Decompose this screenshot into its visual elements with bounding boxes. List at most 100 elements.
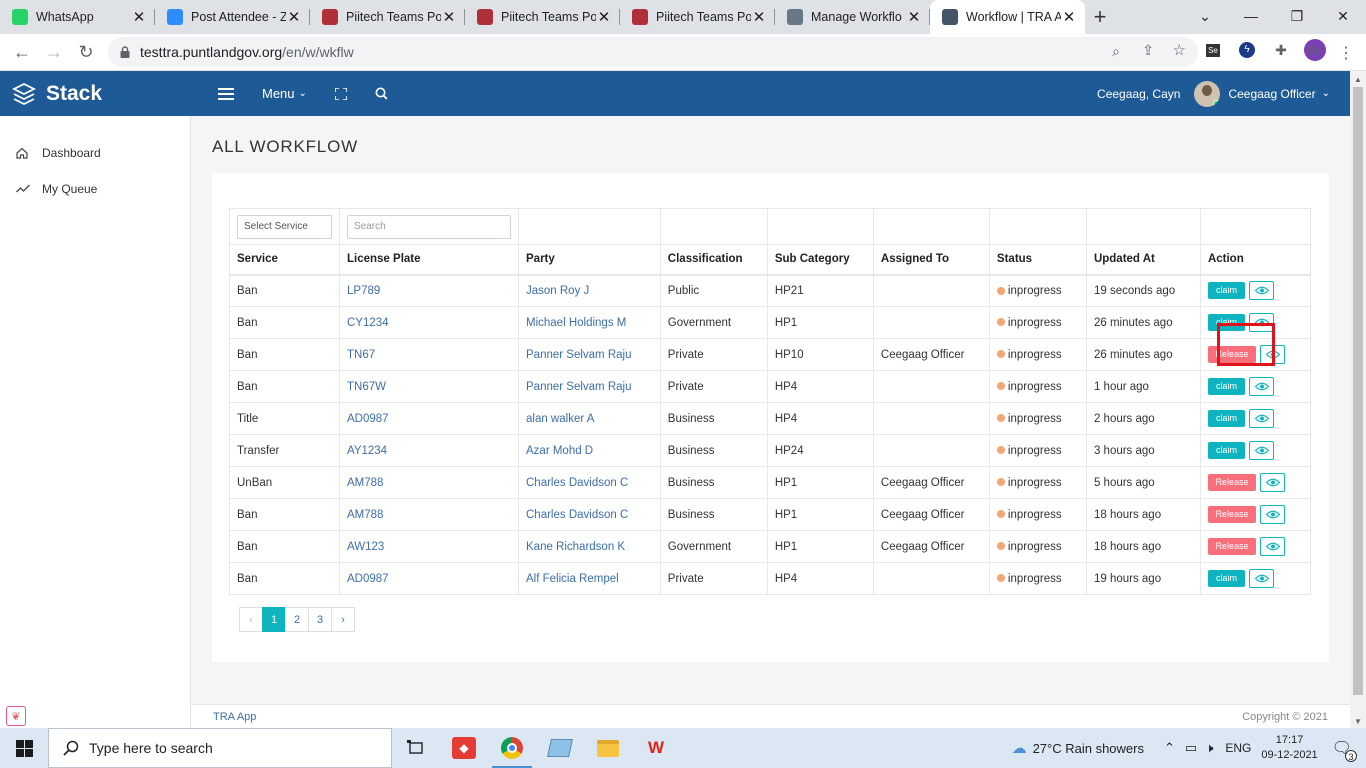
taskbar-clock[interactable]: 17:17 09-12-2021 <box>1261 733 1317 763</box>
notepad-icon[interactable] <box>536 728 584 768</box>
task-view-icon[interactable] <box>392 728 440 768</box>
claim-button[interactable]: claim <box>1207 282 1245 300</box>
footer-app-link[interactable]: TRA App <box>213 711 256 723</box>
party-link[interactable]: Jason Roy J <box>526 285 589 297</box>
new-tab-icon[interactable]: + <box>1085 0 1115 34</box>
browser-tab[interactable]: Workflow | TRA A ✕ <box>930 0 1085 34</box>
view-button[interactable] <box>1248 409 1274 428</box>
license-plate-link[interactable]: AM788 <box>347 477 383 489</box>
tab-close-icon[interactable]: ✕ <box>286 8 302 26</box>
tab-close-icon[interactable]: ✕ <box>596 8 612 26</box>
party-link[interactable]: Panner Selvam Raju <box>526 381 631 393</box>
party-link[interactable]: alan walker A <box>526 413 594 425</box>
license-plate-link[interactable]: LP789 <box>347 285 380 297</box>
browser-tab[interactable]: WhatsApp ✕ <box>0 0 155 34</box>
back-icon[interactable]: ← <box>6 36 38 68</box>
tab-close-icon[interactable]: ✕ <box>1061 8 1077 26</box>
user-role-dropdown[interactable]: Ceegaag Officer <box>1228 87 1315 101</box>
service-select[interactable]: Select Service <box>237 214 332 239</box>
release-button[interactable]: Release <box>1207 506 1256 523</box>
tab-close-icon[interactable]: ✕ <box>906 8 922 26</box>
tab-close-icon[interactable]: ✕ <box>441 8 457 26</box>
claim-button[interactable]: claim <box>1207 378 1245 395</box>
selenium-extension-icon[interactable]: Se <box>1202 39 1224 61</box>
minimize-button[interactable]: — <box>1228 0 1274 32</box>
claim-button[interactable]: claim <box>1207 570 1245 587</box>
tab-close-icon[interactable]: ✕ <box>131 8 147 26</box>
scroll-down-icon[interactable]: ▼ <box>1354 717 1362 726</box>
sidebar-item-my-queue[interactable]: My Queue <box>0 171 190 207</box>
browser-tab[interactable]: Piitech Teams Po ✕ <box>465 0 620 34</box>
browser-tab[interactable]: Post Attendee - Z ✕ <box>155 0 310 34</box>
sidebar-item-dashboard[interactable]: Dashboard <box>0 135 190 171</box>
url-input[interactable]: testtra.puntlandgov.org/en/w/wkflw ⌕ ⇪ ☆ <box>108 37 1198 67</box>
license-plate-link[interactable]: TN67W <box>347 381 386 393</box>
view-button[interactable] <box>1259 537 1285 556</box>
forward-icon[interactable]: → <box>38 36 70 68</box>
release-button[interactable]: Release <box>1207 474 1256 491</box>
user-avatar[interactable] <box>1194 80 1221 107</box>
search-icon[interactable] <box>375 87 388 100</box>
party-link[interactable]: Charles Davidson C <box>526 509 628 521</box>
pagination-page[interactable]: 3 <box>308 607 332 632</box>
browser-tab[interactable]: Piitech Teams Po ✕ <box>310 0 465 34</box>
search-input[interactable]: Search <box>347 214 511 239</box>
license-plate-link[interactable]: AD0987 <box>347 573 389 585</box>
party-link[interactable]: Azar Mohd D <box>526 445 593 457</box>
license-plate-link[interactable]: CY1234 <box>347 317 389 329</box>
battery-icon[interactable]: ▭ <box>1185 740 1197 756</box>
party-link[interactable]: Kane Richardson K <box>526 541 625 553</box>
bolt-extension-icon[interactable]: ϟ <box>1236 39 1258 61</box>
tab-search-icon[interactable]: ⌄ <box>1182 0 1228 32</box>
notification-center-icon[interactable]: 🗨 3 <box>1332 738 1357 762</box>
fullscreen-icon[interactable] <box>334 87 347 100</box>
claim-button[interactable]: claim <box>1207 410 1245 427</box>
claim-button[interactable]: claim <box>1207 442 1245 459</box>
party-link[interactable]: Alf Felicia Rempel <box>526 573 619 585</box>
view-button[interactable] <box>1248 281 1274 301</box>
party-link[interactable]: Michael Holdings M <box>526 317 626 329</box>
party-link[interactable]: Charles Davidson C <box>526 477 628 489</box>
language-indicator[interactable]: ENG <box>1225 741 1251 755</box>
pagination-next[interactable]: › <box>331 607 355 632</box>
license-plate-link[interactable]: TN67 <box>347 349 375 361</box>
reload-icon[interactable]: ↻ <box>70 36 102 68</box>
weather-text[interactable]: 27°C Rain showers <box>1033 741 1144 756</box>
show-hidden-icons-icon[interactable]: ⌃ <box>1164 740 1175 756</box>
brand-logo[interactable]: Stack <box>0 71 190 116</box>
bookmark-star-icon[interactable]: ☆ <box>1173 41 1186 59</box>
license-plate-link[interactable]: AY1234 <box>347 445 387 457</box>
taskbar-search-input[interactable]: Type here to search <box>48 728 392 768</box>
menu-dropdown[interactable]: Menu ⌄ <box>262 86 307 101</box>
scroll-up-icon[interactable]: ▲ <box>1354 75 1362 84</box>
extensions-puzzle-icon[interactable]: ✚ <box>1270 39 1292 61</box>
volume-muted-icon[interactable]: 🕨 <box>1205 740 1213 756</box>
windows-start-icon[interactable] <box>0 728 48 768</box>
weather-icon[interactable]: ☁ <box>1012 739 1027 757</box>
view-button[interactable] <box>1259 473 1285 492</box>
share-icon[interactable]: ⇪ <box>1142 42 1154 59</box>
browser-tab[interactable]: Manage Workflo ✕ <box>775 0 930 34</box>
release-button[interactable]: Release <box>1207 538 1256 555</box>
wps-office-icon[interactable]: W <box>632 728 680 768</box>
view-button[interactable] <box>1248 377 1274 396</box>
view-button[interactable] <box>1259 505 1285 524</box>
app-badge-icon[interactable]: ❦ <box>6 706 26 726</box>
pagination-page[interactable]: 2 <box>285 607 309 632</box>
license-plate-link[interactable]: AM788 <box>347 509 383 521</box>
pagination-prev[interactable]: ‹ <box>239 607 263 632</box>
anydesk-icon[interactable]: ◆ <box>440 728 488 768</box>
browser-menu-icon[interactable]: ⋮ <box>1338 43 1354 63</box>
scrollbar-thumb[interactable] <box>1353 87 1363 695</box>
zoom-icon[interactable]: ⌕ <box>1112 43 1120 60</box>
hamburger-icon[interactable] <box>218 87 234 100</box>
profile-avatar[interactable]: M <box>1304 39 1326 61</box>
tab-close-icon[interactable]: ✕ <box>751 8 767 26</box>
view-button[interactable] <box>1248 441 1274 460</box>
chevron-down-icon[interactable]: ⌄ <box>1322 88 1330 99</box>
pagination-page[interactable]: 1 <box>262 607 286 632</box>
window-close-button[interactable]: ✕ <box>1320 0 1366 32</box>
chrome-icon[interactable] <box>488 728 536 768</box>
maximize-button[interactable]: ❐ <box>1274 0 1320 32</box>
file-explorer-icon[interactable] <box>584 728 632 768</box>
